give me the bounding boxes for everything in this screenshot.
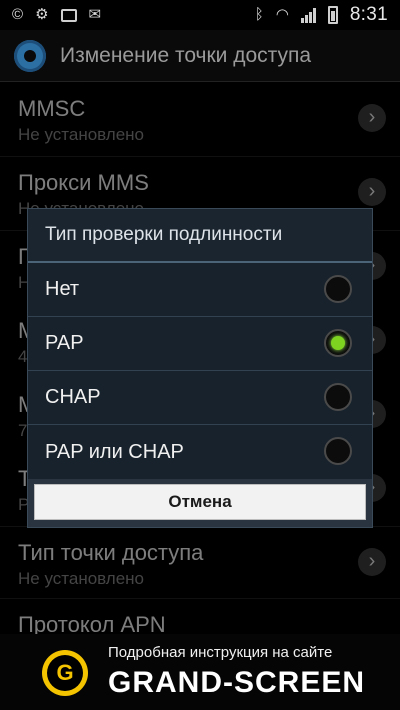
logo-letter: G bbox=[47, 655, 83, 691]
page-title: Изменение точки доступа bbox=[60, 43, 312, 67]
option-pap[interactable]: PAP bbox=[28, 317, 372, 371]
radio-button[interactable] bbox=[324, 275, 352, 303]
grand-screen-logo-icon: G bbox=[42, 650, 88, 696]
dialog-title: Тип проверки подлинности bbox=[28, 209, 372, 263]
gear-small-icon: ⚙ bbox=[35, 6, 49, 23]
option-label: CHAP bbox=[45, 386, 101, 408]
option-label: PAP или CHAP bbox=[45, 440, 184, 463]
status-system: ᛒ ◠ 8:31 bbox=[255, 4, 388, 26]
watermark-banner: G Подробная инструкция на сайте GRAND-SC… bbox=[0, 634, 400, 710]
wifi-icon: ◠ bbox=[275, 6, 289, 23]
option-label: PAP bbox=[45, 332, 84, 354]
option-chap[interactable]: CHAP bbox=[28, 371, 372, 425]
radio-button[interactable] bbox=[324, 383, 352, 411]
settings-gear-icon[interactable] bbox=[14, 39, 46, 72]
auth-type-dialog: Тип проверки подлинности Нет PAP CHAP PA… bbox=[27, 208, 373, 528]
option-label: Нет bbox=[45, 278, 80, 300]
bluetooth-icon: ᛒ bbox=[254, 6, 264, 23]
watermark-caption: Подробная инструкция на сайте bbox=[108, 644, 333, 661]
radio-button-selected[interactable] bbox=[324, 329, 352, 357]
radio-button[interactable] bbox=[324, 437, 352, 465]
image-icon bbox=[60, 8, 77, 22]
watermark-brand: GRAND-SCREEN bbox=[108, 666, 366, 699]
title-bar: Изменение точки доступа bbox=[0, 30, 400, 82]
status-bar: © ⚙ ✉ ᛒ ◠ 8:31 bbox=[0, 0, 400, 30]
option-none[interactable]: Нет bbox=[28, 263, 372, 317]
mail-icon: ✉ bbox=[88, 6, 102, 23]
status-time: 8:31 bbox=[349, 4, 388, 25]
option-pap-or-chap[interactable]: PAP или CHAP bbox=[28, 425, 372, 479]
battery-icon bbox=[327, 6, 338, 24]
copyright-icon: © bbox=[12, 6, 24, 23]
cancel-button[interactable]: Отмена bbox=[34, 484, 366, 520]
signal-icon bbox=[300, 7, 316, 23]
dialog-button-bar: Отмена bbox=[28, 479, 372, 527]
status-notifications: © ⚙ ✉ bbox=[12, 6, 101, 24]
